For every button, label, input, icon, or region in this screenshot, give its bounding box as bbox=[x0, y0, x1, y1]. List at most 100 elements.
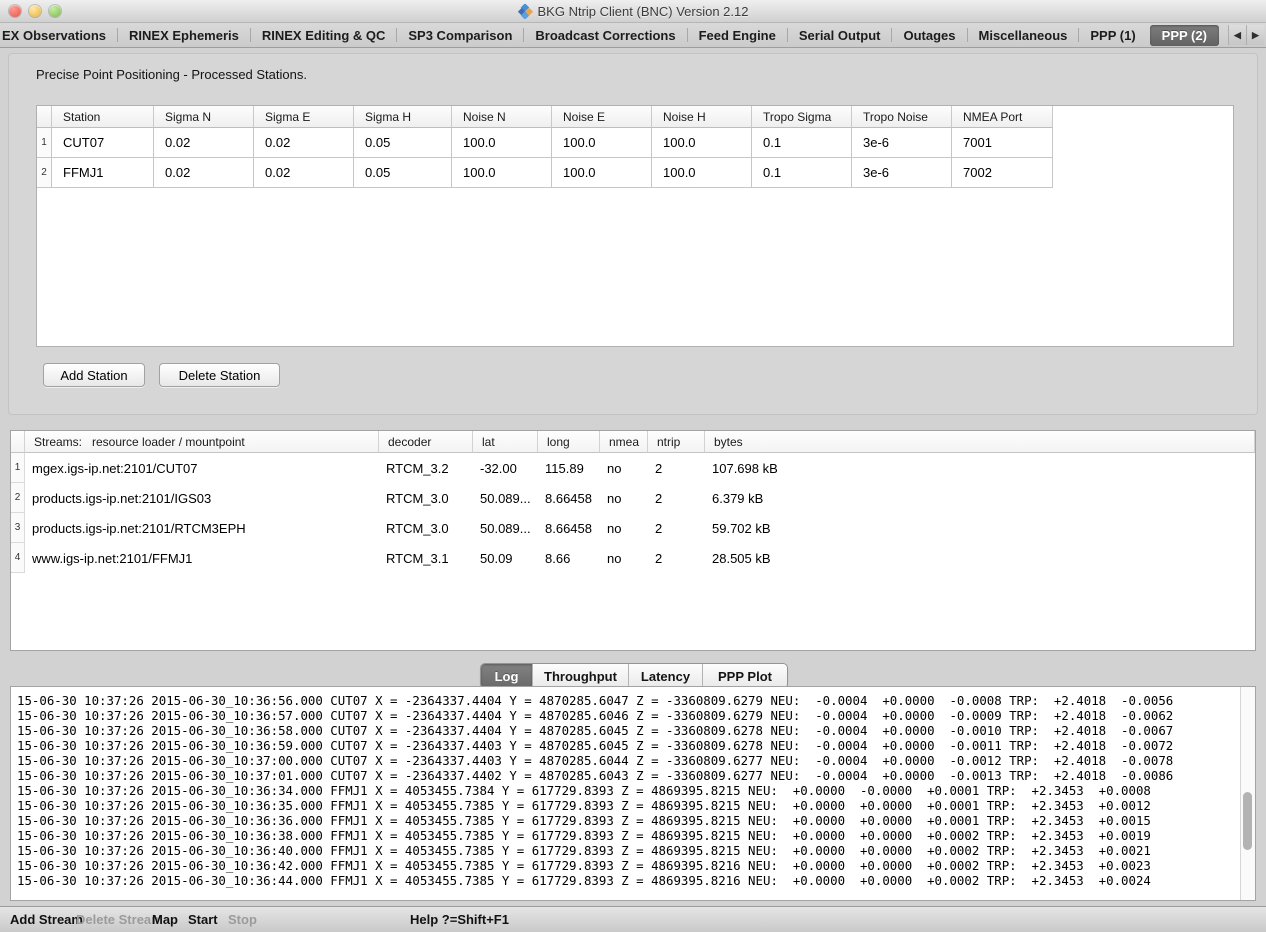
column-header-sigma-h[interactable]: Sigma H bbox=[354, 106, 452, 128]
column-header-decoder[interactable]: decoder bbox=[379, 431, 473, 453]
sigma-h-cell[interactable]: 0.05 bbox=[354, 158, 452, 188]
tab-broadcast-corrections[interactable]: Broadcast Corrections bbox=[524, 25, 686, 46]
log-line: 15-06-30 10:37:26 2015-06-30_10:36:57.00… bbox=[17, 708, 1235, 723]
log-scrollbar[interactable] bbox=[1240, 687, 1255, 900]
tab-ppp-1[interactable]: PPP (1) bbox=[1079, 25, 1146, 46]
nmea-cell[interactable]: no bbox=[600, 483, 648, 513]
tab-latency[interactable]: Latency bbox=[629, 664, 703, 688]
station-cell[interactable]: CUT07 bbox=[52, 128, 154, 158]
lat-cell[interactable]: 50.089... bbox=[473, 513, 538, 543]
decoder-cell[interactable]: RTCM_3.0 bbox=[379, 483, 473, 513]
sigma-h-cell[interactable]: 0.05 bbox=[354, 128, 452, 158]
nmea-cell[interactable]: no bbox=[600, 453, 648, 483]
tab-outages[interactable]: Outages bbox=[892, 25, 966, 46]
bytes-cell[interactable]: 107.698 kB bbox=[705, 453, 1255, 483]
ntrip-cell[interactable]: 2 bbox=[648, 513, 705, 543]
long-cell[interactable]: 8.66458 bbox=[538, 483, 600, 513]
streams-corner-header bbox=[11, 431, 25, 453]
log-scrollbar-thumb[interactable] bbox=[1243, 792, 1252, 850]
column-header-ntrip[interactable]: ntrip bbox=[648, 431, 705, 453]
ppp2-tab-page: Precise Point Positioning - Processed St… bbox=[8, 53, 1258, 415]
tropo-noise-cell[interactable]: 3e-6 bbox=[852, 158, 952, 188]
column-header-sigma-e[interactable]: Sigma E bbox=[254, 106, 354, 128]
lat-cell[interactable]: 50.09 bbox=[473, 543, 538, 573]
bytes-cell[interactable]: 59.702 kB bbox=[705, 513, 1255, 543]
tab-serial-output[interactable]: Serial Output bbox=[788, 25, 892, 46]
sigma-n-cell[interactable]: 0.02 bbox=[154, 128, 254, 158]
noise-e-cell[interactable]: 100.0 bbox=[552, 128, 652, 158]
tab-feed-engine[interactable]: Feed Engine bbox=[688, 25, 787, 46]
column-header-lat[interactable]: lat bbox=[473, 431, 538, 453]
long-cell[interactable]: 8.66 bbox=[538, 543, 600, 573]
tab-throughput[interactable]: Throughput bbox=[533, 664, 629, 688]
mountpoint-cell[interactable]: products.igs-ip.net:2101/IGS03 bbox=[25, 483, 379, 513]
column-header-sigma-n[interactable]: Sigma N bbox=[154, 106, 254, 128]
ntrip-cell[interactable]: 2 bbox=[648, 453, 705, 483]
tab-scroll-right-icon[interactable]: ▶ bbox=[1246, 25, 1264, 45]
tab-rinex-ephemeris[interactable]: RINEX Ephemeris bbox=[118, 25, 250, 46]
stop-button[interactable]: Stop bbox=[228, 907, 257, 932]
column-header-tropo-sigma[interactable]: Tropo Sigma bbox=[752, 106, 852, 128]
column-header-nmea[interactable]: nmea bbox=[600, 431, 648, 453]
tropo-sigma-cell[interactable]: 0.1 bbox=[752, 128, 852, 158]
bytes-cell[interactable]: 6.379 kB bbox=[705, 483, 1255, 513]
log-line: 15-06-30 10:37:26 2015-06-30_10:36:35.00… bbox=[17, 798, 1235, 813]
tab-log[interactable]: Log bbox=[481, 664, 533, 688]
column-header-noise-n[interactable]: Noise N bbox=[452, 106, 552, 128]
noise-e-cell[interactable]: 100.0 bbox=[552, 158, 652, 188]
tropo-noise-cell[interactable]: 3e-6 bbox=[852, 128, 952, 158]
bytes-cell[interactable]: 28.505 kB bbox=[705, 543, 1255, 573]
noise-h-cell[interactable]: 100.0 bbox=[652, 158, 752, 188]
delete-station-button[interactable]: Delete Station bbox=[159, 363, 280, 387]
tab-sp3-comparison[interactable]: SP3 Comparison bbox=[397, 25, 523, 46]
column-header-noise-e[interactable]: Noise E bbox=[552, 106, 652, 128]
sigma-n-cell[interactable]: 0.02 bbox=[154, 158, 254, 188]
tab-miscellaneous[interactable]: Miscellaneous bbox=[968, 25, 1079, 46]
long-cell[interactable]: 115.89 bbox=[538, 453, 600, 483]
decoder-cell[interactable]: RTCM_3.2 bbox=[379, 453, 473, 483]
log-line: 15-06-30 10:37:26 2015-06-30_10:36:59.00… bbox=[17, 738, 1235, 753]
mountpoint-cell[interactable]: www.igs-ip.net:2101/FFMJ1 bbox=[25, 543, 379, 573]
decoder-cell[interactable]: RTCM_3.0 bbox=[379, 513, 473, 543]
tab-rinex-observations[interactable]: EX Observations bbox=[0, 25, 117, 46]
ntrip-cell[interactable]: 2 bbox=[648, 543, 705, 573]
nmea-port-cell[interactable]: 7002 bbox=[952, 158, 1053, 188]
map-button[interactable]: Map bbox=[152, 907, 178, 932]
sigma-e-cell[interactable]: 0.02 bbox=[254, 128, 354, 158]
noise-h-cell[interactable]: 100.0 bbox=[652, 128, 752, 158]
delete-stream-button[interactable]: Delete Stream bbox=[76, 907, 163, 932]
column-header-nmea-port[interactable]: NMEA Port bbox=[952, 106, 1053, 128]
station-cell[interactable]: FFMJ1 bbox=[52, 158, 154, 188]
mountpoint-cell[interactable]: products.igs-ip.net:2101/RTCM3EPH bbox=[25, 513, 379, 543]
column-header-long[interactable]: long bbox=[538, 431, 600, 453]
column-header-station[interactable]: Station bbox=[52, 106, 154, 128]
nmea-port-cell[interactable]: 7001 bbox=[952, 128, 1053, 158]
window-title: BKG Ntrip Client (BNC) Version 2.12 bbox=[538, 4, 749, 19]
ntrip-cell[interactable]: 2 bbox=[648, 483, 705, 513]
tab-rinex-editing-qc[interactable]: RINEX Editing & QC bbox=[251, 25, 397, 46]
help-shortcut-label: Help ?=Shift+F1 bbox=[410, 907, 509, 932]
noise-n-cell[interactable]: 100.0 bbox=[452, 158, 552, 188]
column-header-bytes[interactable]: bytes bbox=[705, 431, 1255, 453]
tropo-sigma-cell[interactable]: 0.1 bbox=[752, 158, 852, 188]
decoder-cell[interactable]: RTCM_3.1 bbox=[379, 543, 473, 573]
tab-ppp-plot[interactable]: PPP Plot bbox=[703, 664, 787, 688]
column-header-noise-h[interactable]: Noise H bbox=[652, 106, 752, 128]
nmea-cell[interactable]: no bbox=[600, 543, 648, 573]
bottom-action-bar: Add Stream Delete Stream Map Start Stop … bbox=[0, 906, 1266, 932]
long-cell[interactable]: 8.66458 bbox=[538, 513, 600, 543]
tab-scroll-left-icon[interactable]: ◀ bbox=[1228, 25, 1246, 45]
start-button[interactable]: Start bbox=[188, 907, 218, 932]
mountpoint-cell[interactable]: mgex.igs-ip.net:2101/CUT07 bbox=[25, 453, 379, 483]
noise-n-cell[interactable]: 100.0 bbox=[452, 128, 552, 158]
column-header-mountpoint[interactable]: Streams: resource loader / mountpoint bbox=[25, 431, 379, 453]
add-stream-button[interactable]: Add Stream bbox=[10, 907, 83, 932]
add-station-button[interactable]: Add Station bbox=[43, 363, 145, 387]
lat-cell[interactable]: -32.00 bbox=[473, 453, 538, 483]
nmea-cell[interactable]: no bbox=[600, 513, 648, 543]
lat-cell[interactable]: 50.089... bbox=[473, 483, 538, 513]
log-output[interactable]: 15-06-30 10:37:26 2015-06-30_10:36:56.00… bbox=[10, 686, 1256, 901]
column-header-tropo-noise[interactable]: Tropo Noise bbox=[852, 106, 952, 128]
sigma-e-cell[interactable]: 0.02 bbox=[254, 158, 354, 188]
tab-ppp-2[interactable]: PPP (2) bbox=[1150, 25, 1219, 46]
